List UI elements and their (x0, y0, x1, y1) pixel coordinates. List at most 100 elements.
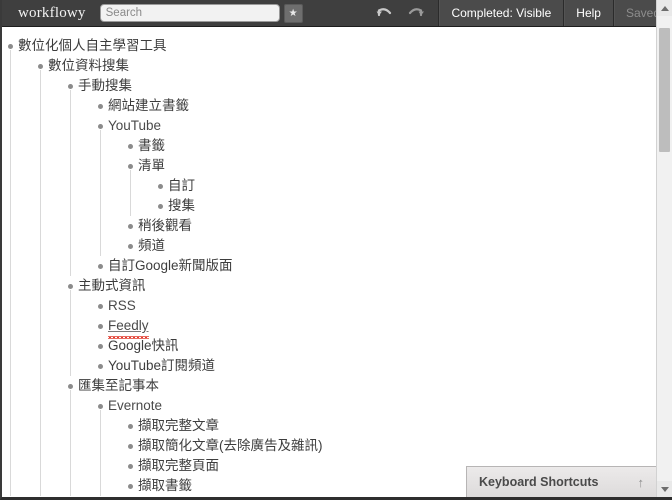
outline-item-label[interactable]: 搜集 (168, 196, 195, 216)
bullet-icon[interactable] (122, 223, 138, 229)
outline-node: 主動式資訊 RSS Feedly Google快訊 YouTube訂閱頻道 (62, 276, 656, 376)
bullet-icon[interactable] (92, 323, 108, 329)
outline-row[interactable]: 匯集至記事本 (62, 376, 656, 396)
outline-node: YouTube 書籤 清單 自訂 搜集 稍後觀看 頻道 (92, 116, 656, 256)
bullet-icon[interactable] (62, 283, 78, 289)
outline-row[interactable]: 頻道 (122, 236, 656, 256)
outline-row[interactable]: YouTube (92, 116, 656, 136)
outline-node: RSS (92, 296, 656, 316)
outline-row[interactable]: RSS (92, 296, 656, 316)
outline-item-label[interactable]: RSS (108, 296, 136, 316)
undo-redo-group (362, 0, 438, 26)
app-header: workflowy ★ Completed: Visible Help Sa (2, 0, 672, 27)
outline-item-label[interactable]: 手動搜集 (78, 76, 132, 96)
bullet-icon[interactable] (122, 483, 138, 489)
outline-node: YouTube訂閱頻道 (92, 356, 656, 376)
outline-row[interactable]: 手動搜集 (62, 76, 656, 96)
outline-item-label[interactable]: 數位資料搜集 (48, 56, 129, 76)
outline-row[interactable]: YouTube訂閱頻道 (92, 356, 656, 376)
outline-item-label[interactable]: Google快訊 (108, 336, 179, 356)
outline-node: 手動搜集 網站建立書籤 YouTube 書籤 清單 自訂 搜集 稍後觀看 頻道 自訂Google新… (62, 76, 656, 276)
outline-item-label[interactable]: 擷取完整文章 (138, 416, 219, 436)
outline-item-label[interactable]: 自訂 (168, 176, 195, 196)
scroll-up-arrow-icon[interactable] (657, 0, 672, 16)
outline-row[interactable]: Feedly (92, 316, 656, 339)
bullet-icon[interactable] (92, 303, 108, 309)
outline-row[interactable]: 主動式資訊 (62, 276, 656, 296)
outline-node: 網站建立書籤 (92, 96, 656, 116)
search-input[interactable] (99, 4, 280, 22)
bullet-icon[interactable] (62, 83, 78, 89)
outline-content: 數位化個人自主學習工具 數位資料搜集 手動搜集 網站建立書籤 YouTube 書籤 清單 自訂… (2, 28, 656, 497)
bullet-icon[interactable] (92, 103, 108, 109)
outline-row[interactable]: 擷取簡化文章(去除廣告及雜訊) (122, 436, 656, 456)
outline-item-label[interactable]: 清單 (138, 156, 165, 176)
undo-icon[interactable] (376, 6, 394, 20)
bullet-icon[interactable] (122, 163, 138, 169)
outline-row[interactable]: 自訂 (152, 176, 656, 196)
outline-item-label[interactable]: 自訂Google新聞版面 (108, 256, 233, 276)
app-logo[interactable]: workflowy (2, 0, 100, 26)
bullet-icon[interactable] (92, 343, 108, 349)
bullet-icon[interactable] (92, 263, 108, 269)
outline-item-label[interactable]: 擷取完整頁面 (138, 456, 219, 476)
outline-children: 手動搜集 網站建立書籤 YouTube 書籤 清單 自訂 搜集 稍後觀看 頻道 自訂Google新… (40, 70, 656, 496)
bullet-icon[interactable] (122, 463, 138, 469)
help-button[interactable]: Help (563, 0, 613, 26)
outline-item-label[interactable]: YouTube訂閱頻道 (108, 356, 215, 376)
outline-row[interactable]: Evernote (92, 396, 656, 416)
outline-children: 數位資料搜集 手動搜集 網站建立書籤 YouTube 書籤 清單 自訂 搜集 稍後觀看 頻道 自訂G… (10, 50, 656, 496)
outline-row[interactable]: 擷取完整文章 (122, 416, 656, 436)
outline-row[interactable]: 數位資料搜集 (32, 56, 656, 76)
outline-item-label[interactable]: 書籤 (138, 136, 165, 156)
bullet-icon[interactable] (122, 423, 138, 429)
bullet-icon[interactable] (62, 383, 78, 389)
outline-node: 搜集 (152, 196, 656, 216)
bullet-icon[interactable] (92, 123, 108, 129)
star-icon[interactable]: ★ (283, 3, 303, 23)
outline-item-label[interactable]: 擷取書籤 (138, 476, 192, 496)
redo-icon[interactable] (406, 6, 425, 20)
outline-row[interactable]: 數位化個人自主學習工具 (2, 36, 656, 56)
outline-item-label[interactable]: 稍後觀看 (138, 216, 192, 236)
outline-row[interactable]: 搜集 (152, 196, 656, 216)
outline-row[interactable]: 稍後觀看 (122, 216, 656, 236)
vertical-scrollbar[interactable] (656, 0, 672, 497)
keyboard-shortcuts-label: Keyboard Shortcuts (479, 475, 599, 489)
outline-row[interactable]: 網站建立書籤 (92, 96, 656, 116)
bullet-icon[interactable] (92, 363, 108, 369)
bullet-icon[interactable] (92, 403, 108, 409)
outline-children: 網站建立書籤 YouTube 書籤 清單 自訂 搜集 稍後觀看 頻道 自訂Google新聞版面 (70, 90, 656, 276)
outline-item-label[interactable]: 頻道 (138, 236, 165, 256)
outline-node: 自訂 (152, 176, 656, 196)
bullet-icon[interactable] (122, 443, 138, 449)
outline-row[interactable]: 書籤 (122, 136, 656, 156)
bullet-icon[interactable] (152, 183, 168, 189)
outline-item-label[interactable]: 主動式資訊 (78, 276, 146, 296)
bullet-icon[interactable] (152, 203, 168, 209)
outline-node: 自訂Google新聞版面 (92, 256, 656, 276)
outline-item-label[interactable]: 網站建立書籤 (108, 96, 189, 116)
outline-row[interactable]: 清單 (122, 156, 656, 176)
bullet-icon[interactable] (2, 43, 18, 49)
scroll-down-arrow-icon[interactable] (657, 481, 672, 497)
outline-node: 清單 自訂 搜集 (122, 156, 656, 216)
outline-row[interactable]: Google快訊 (92, 336, 656, 356)
outline-item-label[interactable]: YouTube (108, 116, 161, 136)
completed-visibility-button[interactable]: Completed: Visible (438, 0, 564, 26)
outline-node: 擷取簡化文章(去除廣告及雜訊) (122, 436, 656, 456)
outline-row[interactable]: 自訂Google新聞版面 (92, 256, 656, 276)
keyboard-shortcuts-panel[interactable]: Keyboard Shortcuts ↑ (466, 466, 656, 497)
bullet-icon[interactable] (32, 63, 48, 69)
outline-item-label[interactable]: 匯集至記事本 (78, 376, 159, 396)
bullet-icon[interactable] (122, 243, 138, 249)
bullet-icon[interactable] (122, 143, 138, 149)
outline-item-label[interactable]: Evernote (108, 396, 162, 416)
outline-item-label[interactable]: Feedly (108, 316, 149, 339)
outline-node: 書籤 (122, 136, 656, 156)
search-area: ★ (99, 0, 309, 26)
outline-item-label[interactable]: 數位化個人自主學習工具 (18, 36, 167, 56)
outline-node: Google快訊 (92, 336, 656, 356)
scrollbar-thumb[interactable] (659, 28, 670, 152)
outline-item-label[interactable]: 擷取簡化文章(去除廣告及雜訊) (138, 436, 323, 456)
